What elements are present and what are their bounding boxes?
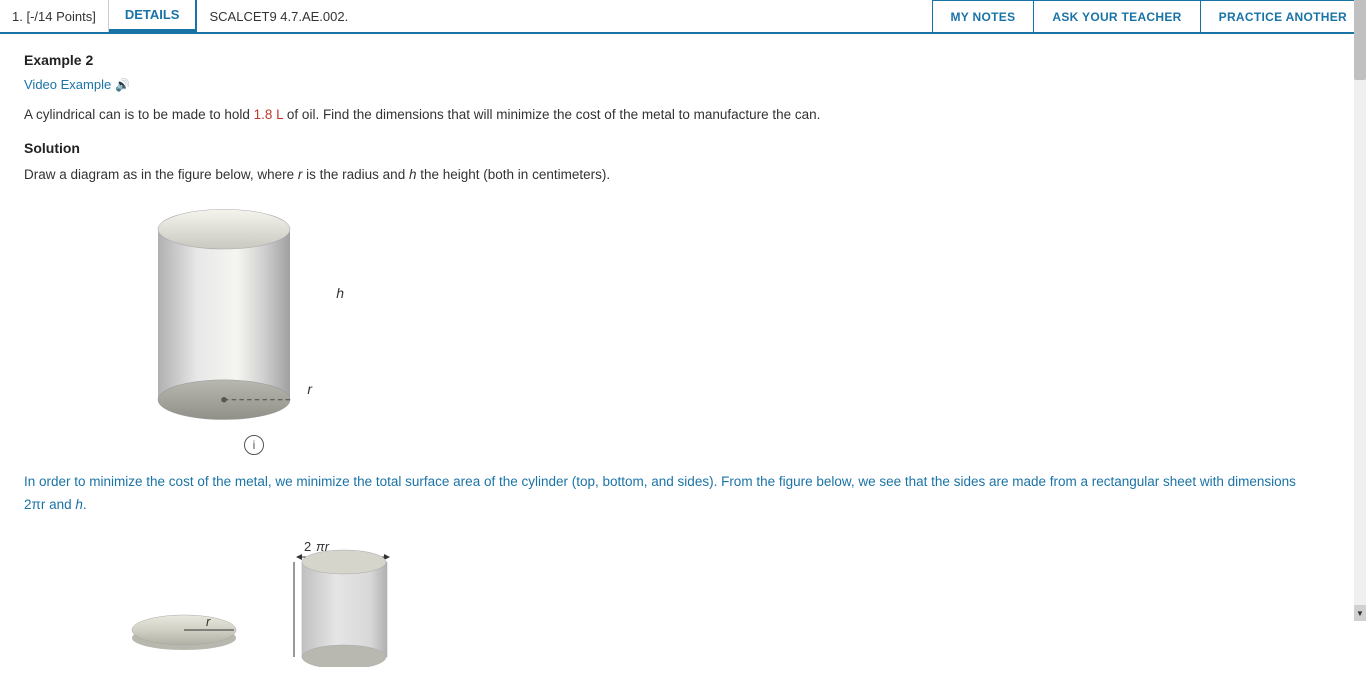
svg-text:r: r	[206, 614, 211, 629]
info-icon-area: i	[24, 435, 1316, 455]
scalcet-label: SCALCET9 4.7.AE.002.	[197, 0, 932, 32]
solution-title: Solution	[24, 140, 1316, 156]
minimize-text: In order to minimize the cost of the met…	[24, 471, 1316, 517]
video-link-label: Video Example	[24, 77, 111, 92]
bottom-diagrams: r 2 πr	[24, 537, 1316, 657]
svg-text:2: 2	[304, 539, 311, 554]
rect-cylinder-svg: 2 πr	[274, 537, 424, 667]
cylinder-diagram-area: h r	[24, 205, 1316, 425]
header-bar: 1. [-/14 Points] DETAILS SCALCET9 4.7.AE…	[0, 0, 1366, 34]
main-content: Example 2 Video Example 🔊 A cylindrical …	[0, 34, 1340, 675]
problem-text: A cylindrical can is to be made to hold …	[24, 104, 1316, 126]
solution-text: Draw a diagram as in the figure below, w…	[24, 164, 1316, 186]
cylinder-svg	[124, 205, 324, 425]
scrollbar-arrow-down[interactable]: ▼	[1354, 605, 1366, 621]
details-button[interactable]: DETAILS	[109, 0, 198, 32]
ask-teacher-button[interactable]: ASK YOUR TEACHER	[1033, 0, 1200, 32]
h-label: h	[336, 285, 344, 301]
disk-svg: r	[124, 600, 244, 655]
video-example-link[interactable]: Video Example 🔊	[24, 77, 130, 92]
r-label: r	[307, 381, 312, 397]
scrollbar-track: ▲ ▼	[1354, 0, 1366, 621]
example-title: Example 2	[24, 52, 1316, 68]
info-icon[interactable]: i	[244, 435, 264, 455]
header-actions: MY NOTES ASK YOUR TEACHER PRACTICE ANOTH…	[933, 0, 1366, 32]
cylinder-container: h r	[124, 205, 324, 425]
points-label: 1. [-/14 Points]	[0, 0, 109, 32]
speaker-icon: 🔊	[115, 78, 130, 92]
rect-cylinder-container: 2 πr	[274, 537, 404, 657]
my-notes-button[interactable]: MY NOTES	[932, 0, 1035, 32]
scrollbar-thumb[interactable]	[1354, 0, 1366, 80]
practice-another-button[interactable]: PRACTICE ANOTHER	[1200, 0, 1366, 32]
disk-container: r	[124, 597, 244, 657]
